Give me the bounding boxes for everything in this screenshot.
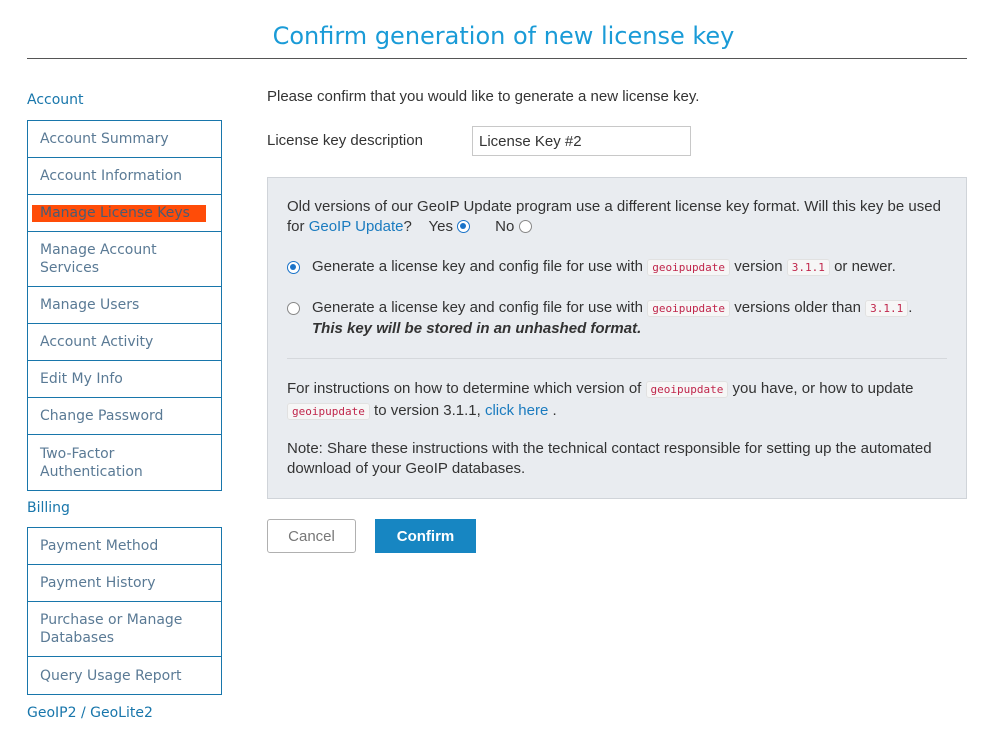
- option2-code: geoipupdate: [647, 300, 731, 317]
- sidebar-item-payment-method[interactable]: Payment Method: [28, 528, 221, 565]
- description-label: License key description: [267, 132, 423, 149]
- confirm-button[interactable]: Confirm: [375, 519, 476, 553]
- billing-menu: Payment Method Payment History Purchase …: [27, 527, 222, 695]
- sidebar-item-payment-history[interactable]: Payment History: [28, 565, 221, 602]
- option1-version: 3.1.1: [786, 259, 830, 276]
- sidebar-item-label: Manage License Keys: [40, 205, 190, 221]
- sidebar-item-query-usage-report[interactable]: Query Usage Report: [28, 657, 221, 694]
- option-old-format-radio[interactable]: [287, 302, 300, 315]
- option1-code: geoipupdate: [647, 259, 731, 276]
- option2-mid: versions older than: [734, 299, 861, 316]
- sidebar-heading-account: Account: [27, 92, 84, 108]
- sidebar-item-edit-my-info[interactable]: Edit My Info: [28, 361, 221, 398]
- sidebar-item-account-activity[interactable]: Account Activity: [28, 324, 221, 361]
- option1-mid: version: [734, 258, 783, 275]
- intro-text: Please confirm that you would like to ge…: [267, 88, 700, 105]
- option1-prefix: Generate a license key and config file f…: [312, 258, 644, 275]
- instr-end: .: [552, 402, 557, 419]
- sidebar-heading-billing: Billing: [27, 500, 70, 516]
- yes-radio[interactable]: [457, 220, 471, 233]
- instr-to: to version 3.1.1,: [374, 402, 481, 419]
- account-menu: Account Summary Account Information Mana…: [27, 120, 222, 491]
- sidebar-item-change-password[interactable]: Change Password: [28, 398, 221, 435]
- option-old-format-text: Generate a license key and config file f…: [312, 298, 947, 339]
- instr-code-2: geoipupdate: [287, 403, 370, 420]
- cancel-button[interactable]: Cancel: [267, 519, 356, 553]
- no-label: No: [495, 218, 515, 235]
- no-radio[interactable]: [518, 220, 532, 233]
- sidebar-item-account-summary[interactable]: Account Summary: [28, 121, 221, 158]
- title-divider: [27, 58, 967, 59]
- option-new-format: Generate a license key and config file f…: [287, 257, 947, 278]
- sidebar: Account Account Summary Account Informat…: [27, 90, 222, 733]
- sidebar-item-manage-account-services[interactable]: Manage Account Services: [28, 232, 221, 287]
- description-input[interactable]: [472, 126, 691, 156]
- click-here-link[interactable]: click here: [485, 402, 548, 419]
- sidebar-item-account-information[interactable]: Account Information: [28, 158, 221, 195]
- option2-suffix: .: [908, 299, 913, 316]
- unhashed-warning: This key will be stored in an unhashed f…: [312, 320, 642, 337]
- instr-code-1: geoipupdate: [645, 381, 729, 398]
- page-title: Confirm generation of new license key: [272, 22, 735, 50]
- option-new-format-text: Generate a license key and config file f…: [312, 258, 896, 276]
- instr-mid: you have, or how to update: [732, 380, 914, 397]
- option2-version: 3.1.1: [865, 300, 909, 317]
- geoip-update-link[interactable]: GeoIP Update: [309, 218, 404, 235]
- sidebar-item-manage-users[interactable]: Manage Users: [28, 287, 221, 324]
- yes-label: Yes: [428, 218, 453, 235]
- instructions-text: For instructions on how to determine whi…: [287, 378, 947, 422]
- option2-prefix: Generate a license key and config file f…: [312, 299, 644, 316]
- sidebar-heading-geoip: GeoIP2 / GeoLite2: [27, 705, 153, 721]
- option-old-format: Generate a license key and config file f…: [287, 298, 947, 339]
- note-text: Note: Share these instructions with the …: [287, 440, 932, 477]
- geoip-question: Old versions of our GeoIP Update program…: [287, 197, 947, 237]
- sidebar-item-two-factor-authentication[interactable]: Two-Factor Authentication: [28, 435, 221, 490]
- geoip-update-panel: Old versions of our GeoIP Update program…: [267, 177, 967, 499]
- sidebar-item-purchase-databases[interactable]: Purchase or Manage Databases: [28, 602, 221, 657]
- question-mark: ?: [403, 218, 412, 235]
- panel-divider: [287, 358, 947, 359]
- option-new-format-radio[interactable]: [287, 261, 300, 274]
- sidebar-item-manage-license-keys[interactable]: Manage License Keys: [28, 195, 221, 232]
- instr-prefix: For instructions on how to determine whi…: [287, 380, 642, 397]
- option1-suffix: or newer.: [834, 258, 896, 275]
